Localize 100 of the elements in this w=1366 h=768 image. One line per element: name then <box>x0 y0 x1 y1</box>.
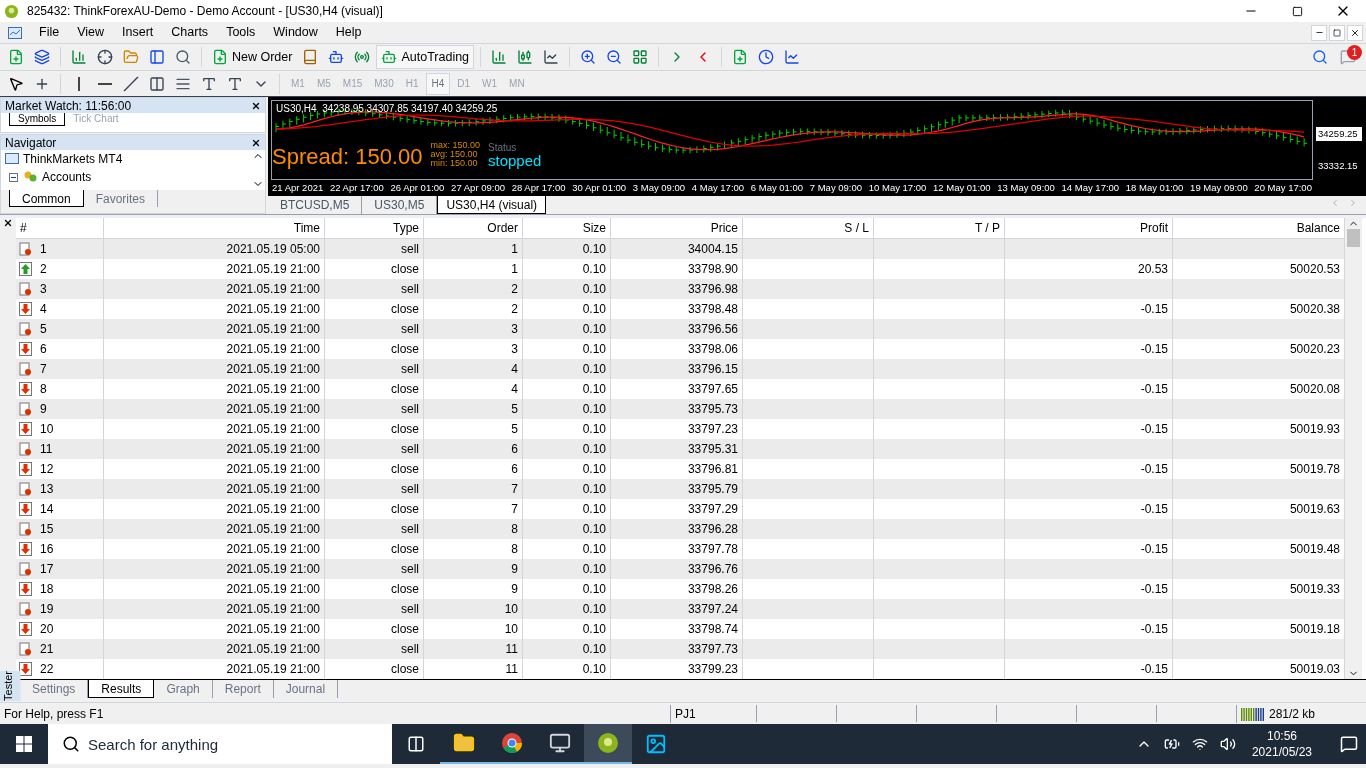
column-header[interactable]: # <box>16 218 104 238</box>
table-cell-text: -0.15 <box>1140 341 1168 358</box>
tester-tab[interactable]: Journal <box>273 680 339 698</box>
table-cell-text: 4 <box>511 361 518 378</box>
child-close-button[interactable] <box>1347 24 1363 41</box>
status-profile: PJ1 <box>670 704 756 723</box>
table-cell-text: 2021.05.19 21:00 <box>226 461 320 478</box>
table-cell-text: 2021.05.19 21:00 <box>226 361 320 378</box>
order-document-icon <box>19 322 32 336</box>
volume-icon[interactable] <box>1219 736 1236 752</box>
wifi-icon[interactable] <box>1191 736 1208 752</box>
tester-tab[interactable]: Graph <box>154 680 213 698</box>
status-label: Status <box>488 143 518 153</box>
book-icon <box>302 49 319 65</box>
table-cell-text: sell <box>401 601 419 618</box>
table-cell-text: 0.10 <box>582 601 606 618</box>
menu-item[interactable]: Window <box>264 23 327 42</box>
spread-label: Spread: 150.00 <box>272 146 423 168</box>
tester-tab[interactable]: Report <box>212 680 274 698</box>
chart-tab[interactable]: US30,H4 (visual) <box>437 196 547 214</box>
spread-stat: avg: 150.00 <box>430 150 479 159</box>
notifications-icon[interactable] <box>1340 735 1358 753</box>
signal-icon <box>354 49 371 65</box>
menu-item[interactable]: Help <box>326 23 371 42</box>
candlestick-icon <box>517 49 534 65</box>
collapse-toggle[interactable] <box>9 172 18 182</box>
table-cell-text: 11 <box>505 661 518 678</box>
timeframe-button[interactable]: H4 <box>425 72 451 95</box>
column-header[interactable]: Type <box>325 218 424 238</box>
panel-tab[interactable]: Common <box>9 190 84 207</box>
tester-tab[interactable]: Results <box>88 680 155 698</box>
table-cell-text: 10 <box>40 421 54 438</box>
menu-item[interactable]: Tools <box>217 23 265 42</box>
down-arrow-icon <box>19 662 32 676</box>
text-label-icon <box>227 75 243 92</box>
column-header[interactable]: Price <box>611 218 743 238</box>
tree-item[interactable]: Accounts <box>42 168 92 186</box>
close-icon <box>1350 27 1360 38</box>
zoom-out-icon <box>606 49 623 65</box>
scrollbar-thumb[interactable] <box>1347 229 1360 247</box>
table-cell-text: 0.10 <box>582 521 606 538</box>
table-cell-text: 0.10 <box>582 581 606 598</box>
menu-item[interactable]: View <box>68 23 114 42</box>
chart-window-icon <box>8 25 22 40</box>
table-cell-text: -0.15 <box>1140 461 1168 478</box>
table-cell-text: 5 <box>40 321 47 338</box>
table-cell-text: sell <box>401 441 419 458</box>
clock-button[interactable]: 10:56 2021/05/23 <box>1247 728 1316 760</box>
column-header[interactable]: Size <box>523 218 611 238</box>
order-document-icon <box>19 522 32 536</box>
column-header[interactable]: S / L <box>743 218 874 238</box>
table-cell-text: sell <box>401 361 419 378</box>
table-cell-text: 50019.78 <box>1289 461 1340 478</box>
time-axis-label: 14 May 17:00 <box>1061 180 1120 195</box>
table-cell-text: close <box>391 621 419 638</box>
column-header[interactable]: Profit <box>1005 218 1173 238</box>
panel-tab[interactable]: Symbols <box>9 113 66 126</box>
auto-trading-button[interactable]: AutoTrading <box>376 45 475 69</box>
time-axis-label: 19 May 09:00 <box>1190 180 1248 195</box>
menu-item[interactable]: Insert <box>113 23 163 42</box>
table-cell-text: 18 <box>40 581 54 598</box>
table-cell-text: 2021.05.19 21:00 <box>226 281 320 298</box>
time-axis-label: 10 May 17:00 <box>868 180 927 195</box>
panel-close-button[interactable] <box>251 137 261 148</box>
table-cell-text: 3 <box>511 321 518 338</box>
time-axis-label: 3 May 09:00 <box>632 180 686 195</box>
menu-item[interactable]: File <box>30 23 69 42</box>
table-cell-text: 0.10 <box>582 501 606 518</box>
line-chart-icon <box>543 49 560 65</box>
child-minimize-button[interactable] <box>1311 24 1327 41</box>
table-cell-text: close <box>391 581 419 598</box>
new-chart-icon <box>8 49 24 65</box>
table-cell-text: 2021.05.19 21:00 <box>226 321 320 338</box>
column-header[interactable]: Time <box>104 218 325 238</box>
panel-tab[interactable]: Favorites <box>83 190 159 207</box>
new-order-button[interactable]: New Order <box>208 45 297 69</box>
table-cell-text: 19 <box>40 601 54 618</box>
table-cell-text: 9 <box>40 401 47 418</box>
table-cell-text: 2021.05.19 21:00 <box>226 501 320 518</box>
table-cell-text: 0.10 <box>582 301 606 318</box>
close-tester-button[interactable] <box>3 218 13 228</box>
table-cell-text: 11 <box>505 641 518 658</box>
column-header[interactable]: Order <box>424 218 523 238</box>
table-cell-text: 8 <box>40 381 47 398</box>
table-cell-text: 33797.24 <box>687 601 738 618</box>
table-cell-text: 0.10 <box>582 341 606 358</box>
time-axis-label: 13 May 09:00 <box>997 180 1055 195</box>
time-axis-label: 12 May 01:00 <box>933 180 991 195</box>
table-cell-text: 33795.31 <box>687 441 738 458</box>
battery-icon[interactable] <box>1163 736 1180 752</box>
menu-item[interactable]: Charts <box>162 23 218 42</box>
chart-tab[interactable]: BTCUSD,M5 <box>268 196 363 214</box>
table-cell-text: -0.15 <box>1140 501 1168 518</box>
tree-item[interactable]: ThinkMarkets MT4 <box>23 150 123 168</box>
table-cell-text: 33797.73 <box>687 641 738 658</box>
taskbar-search-field[interactable]: Search for anything <box>48 724 392 764</box>
down-arrow-icon <box>19 502 32 516</box>
table-cell-text: 33797.23 <box>687 421 738 438</box>
panel-close-button[interactable] <box>251 100 261 111</box>
column-header[interactable]: T / P <box>874 218 1005 238</box>
